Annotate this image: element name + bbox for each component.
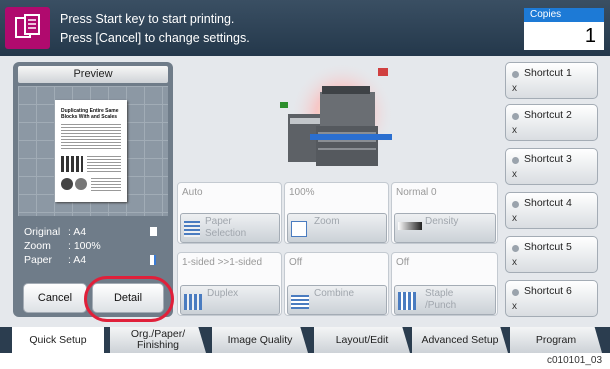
shortcut-5-label: Shortcut 5: [524, 241, 572, 253]
tab-quick-setup[interactable]: Quick Setup: [12, 327, 104, 353]
original-value: : A4: [68, 226, 87, 238]
tab-layout-edit[interactable]: Layout/Edit: [314, 327, 410, 353]
shortcut-dot-icon: [512, 201, 519, 208]
status-message-line2: Press [Cancel] to change settings.: [60, 31, 250, 45]
combine-button[interactable]: Combine: [287, 285, 387, 315]
duplex-icon: [184, 294, 202, 310]
paper-selection-button[interactable]: Paper Selection: [180, 213, 280, 243]
shortcut-6-label: Shortcut 6: [524, 285, 572, 297]
shortcut-4-sub: х: [512, 213, 517, 224]
shortcut-1-sub: х: [512, 83, 517, 94]
shortcut-3-label: Shortcut 3: [524, 153, 572, 165]
tab-org-paper-finishing[interactable]: Org./Paper/ Finishing: [110, 327, 206, 353]
shortcut-3-sub: х: [512, 169, 517, 180]
status-message-line1: Press Start key to start printing.: [60, 12, 235, 26]
preview-title: Preview: [18, 66, 168, 83]
zoom-info: Zoom : 100%: [18, 240, 164, 252]
paper-tray-indicator-icon: [150, 255, 156, 265]
original-key: Original: [24, 226, 61, 238]
shortcut-3-button[interactable]: Shortcut 3 х: [505, 148, 598, 185]
duplex-value: 1-sided >>1-sided: [182, 257, 263, 268]
preview-document-heading: Duplicating Entire Same Blocks With and …: [61, 108, 119, 120]
shortcut-4-label: Shortcut 4: [524, 197, 572, 209]
preview-pie-icon: [61, 178, 73, 190]
shortcut-2-sub: х: [512, 125, 517, 136]
copies-value[interactable]: 1: [524, 22, 604, 50]
printer-illustration: [270, 62, 410, 174]
combine-cell: Off Combine: [284, 252, 389, 316]
shortcut-2-button[interactable]: Shortcut 2 х: [505, 104, 598, 141]
density-cell: Normal 0 Density: [391, 182, 498, 244]
paper-key: Paper: [24, 254, 53, 266]
paper-selection-label: Paper Selection: [205, 216, 247, 239]
staple-punch-label: Staple /Punch: [425, 288, 457, 311]
shortcut-5-button[interactable]: Shortcut 5 х: [505, 236, 598, 273]
zoom-icon: [291, 221, 307, 237]
duplex-button[interactable]: Duplex: [180, 285, 280, 315]
zoom-setting-value: 100%: [289, 187, 315, 198]
zoom-cell: 100% Zoom: [284, 182, 389, 244]
page-icon: [150, 227, 157, 236]
shortcut-dot-icon: [512, 157, 519, 164]
duplex-label: Duplex: [207, 288, 239, 299]
preview-chart-icon: [61, 156, 83, 172]
zoom-key: Zoom: [24, 240, 51, 252]
paper-selection-cell: Auto Paper Selection: [177, 182, 282, 244]
shortcut-dot-icon: [512, 71, 519, 78]
density-icon: [398, 222, 422, 230]
shortcut-dot-icon: [512, 113, 519, 120]
shortcut-5-sub: х: [512, 257, 517, 268]
density-label: Density: [425, 216, 459, 227]
shortcut-6-sub: х: [512, 301, 517, 312]
figure-code: c010101_03: [547, 355, 603, 366]
combine-value: Off: [289, 257, 303, 268]
shortcut-1-button[interactable]: Shortcut 1 х: [505, 62, 598, 99]
staple-punch-button[interactable]: Staple /Punch: [394, 285, 496, 315]
staple-punch-cell: Off Staple /Punch: [391, 252, 498, 316]
duplex-cell: 1-sided >>1-sided Duplex: [177, 252, 282, 316]
tab-advanced-setup[interactable]: Advanced Setup: [412, 327, 508, 353]
shortcut-2-label: Shortcut 2: [524, 109, 572, 121]
zoom-label: Zoom: [314, 216, 340, 227]
combine-icon: [291, 295, 309, 309]
shortcut-1-label: Shortcut 1: [524, 67, 572, 79]
staple-icon: [398, 292, 416, 310]
paper-tray-icon: [184, 221, 200, 237]
density-button[interactable]: Density: [394, 213, 496, 243]
paper-selection-value: Auto: [182, 187, 203, 198]
copies-label: Copies: [524, 8, 604, 22]
shortcut-dot-icon: [512, 245, 519, 252]
shortcut-dot-icon: [512, 289, 519, 296]
zoom-button[interactable]: Zoom: [287, 213, 387, 243]
original-info: Original : A4: [18, 226, 164, 238]
tab-program[interactable]: Program: [510, 327, 602, 353]
combine-label: Combine: [314, 288, 355, 299]
zoom-value: : 100%: [68, 240, 101, 252]
density-value: Normal 0: [396, 187, 437, 198]
tab-image-quality[interactable]: Image Quality: [212, 327, 308, 353]
paper-info: Paper : A4: [18, 254, 164, 266]
copy-document-icon: [5, 7, 50, 49]
highlight-circle: [84, 276, 174, 322]
status-bar: [0, 0, 610, 56]
paper-value: : A4: [68, 254, 87, 266]
staple-punch-value: Off: [396, 257, 410, 268]
cancel-button[interactable]: Cancel: [23, 283, 87, 313]
shortcut-6-button[interactable]: Shortcut 6 х: [505, 280, 598, 317]
shortcut-4-button[interactable]: Shortcut 4 х: [505, 192, 598, 229]
preview-document: Duplicating Entire Same Blocks With and …: [55, 100, 127, 202]
